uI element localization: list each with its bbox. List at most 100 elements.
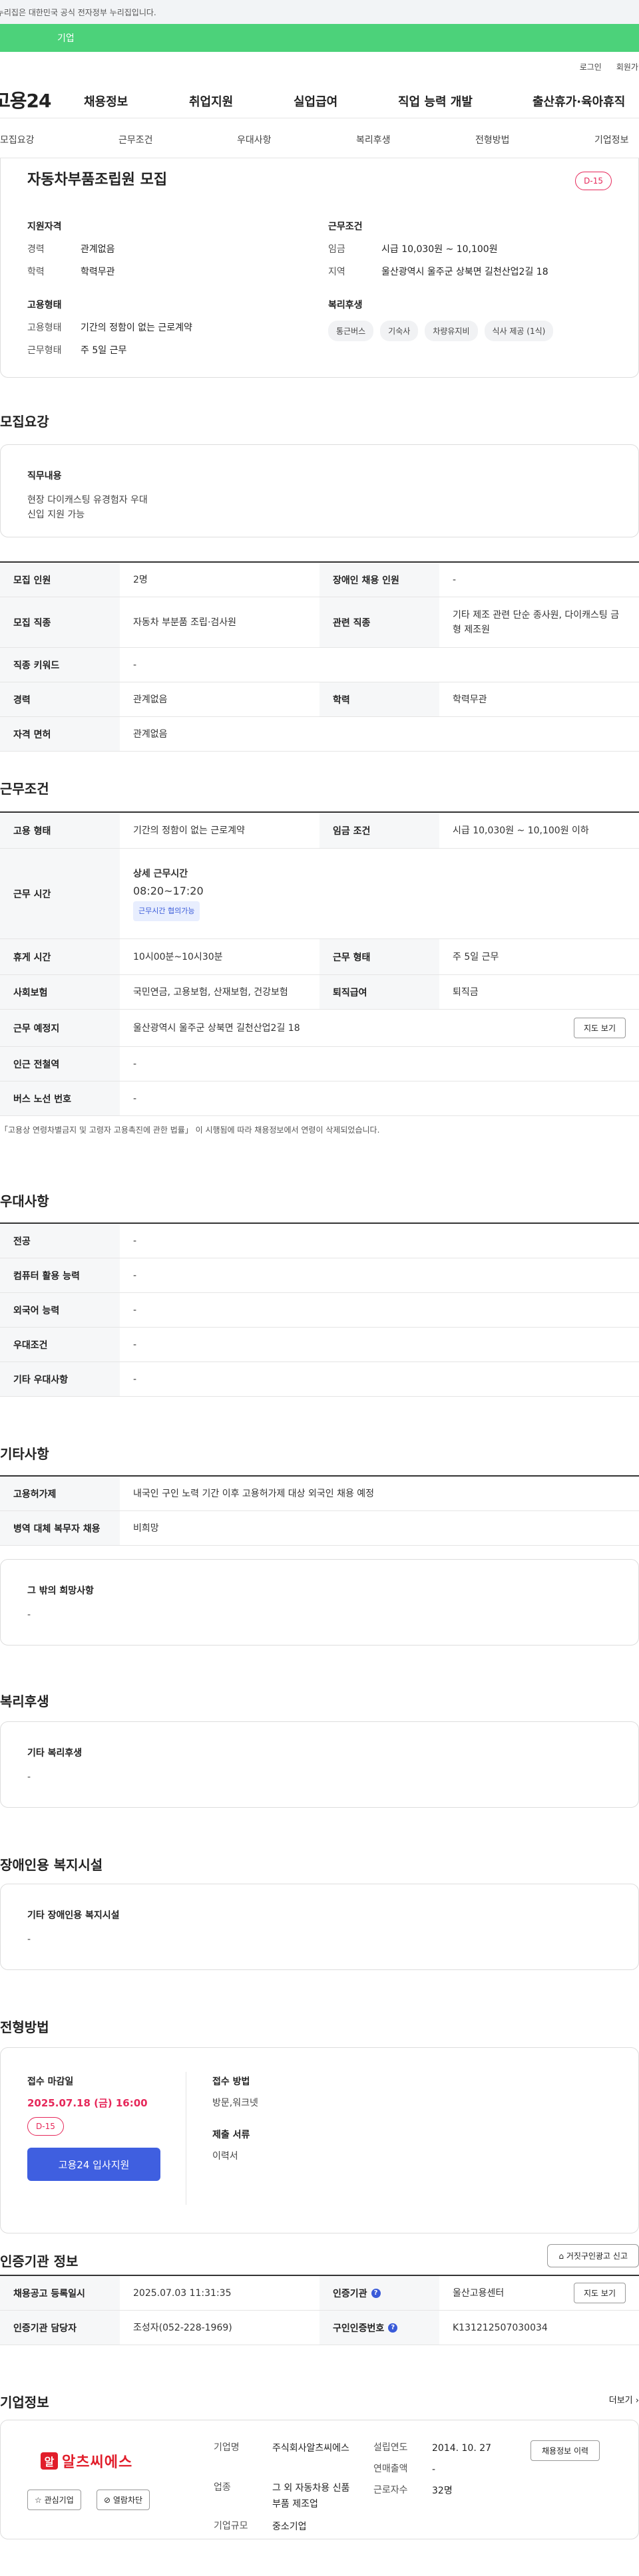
section-anchor-nav: 모집요강 근무조건 우대사항 복리후생 전형방법 기업정보	[0, 118, 639, 158]
hours-head: 상세 근무시간	[133, 868, 188, 879]
wish-head: 그 밖의 희망사항	[27, 1586, 94, 1596]
conditions-group: 근무조건 임금 시급 10,030원 ~ 10,100원 지역 울산광역시 울주군 …	[328, 219, 548, 287]
fav-label: 관심기업	[44, 2496, 74, 2505]
help-icon[interactable]: ?	[371, 2288, 381, 2298]
welfare-head: 기타 복리후생	[27, 1748, 83, 1759]
row-value: -	[133, 1270, 137, 1281]
wage-label: 임금	[328, 244, 345, 255]
section-title-recruit: 모집요강	[0, 414, 49, 430]
wage-value: 시급 10,030원 ~ 10,100원	[381, 244, 498, 255]
co-value: 주식회사알츠씨에스	[272, 2443, 349, 2454]
agency-org-label-cell: 인증기관?	[320, 2276, 439, 2310]
job-title: 자동차부품조립원 모집	[27, 172, 168, 188]
row-label: 모집 직종	[0, 597, 120, 647]
co-label: 업종	[214, 2482, 231, 2493]
row-label: 근무 시간	[0, 849, 120, 938]
anchor-company[interactable]: 기업정보	[594, 133, 629, 146]
row-value: -	[453, 574, 457, 585]
region-value: 울산광역시 울주군 상북면 길천산업2길 18	[381, 267, 548, 277]
emp-type-label: 고용형태	[27, 323, 62, 333]
row-label: 구인인증번호	[333, 2323, 385, 2334]
row-value: 10시00분~10시30분	[133, 951, 223, 962]
gnb-item-employment-support[interactable]: 취업지원	[189, 92, 233, 110]
row-label: 인근 전철역	[0, 1047, 120, 1081]
chevron-right-icon: ›	[635, 2396, 639, 2406]
co-label: 연매출액	[373, 2464, 408, 2474]
company-more-link[interactable]: 더보기 ›	[609, 2393, 639, 2406]
section-title-disabled: 장애인용 복지시설	[0, 1857, 103, 1873]
favorite-company-button[interactable]: ☆ 관심기업	[27, 2490, 81, 2510]
row-value: 시급 10,030원 ~ 10,100원 이하	[453, 825, 589, 836]
co-value: 중소기업	[272, 2521, 307, 2532]
co-value: 2014. 10. 27	[432, 2443, 492, 2454]
docs-value: 이력서	[212, 2151, 238, 2162]
employment-head: 고용형태	[27, 300, 62, 311]
row-value: -	[133, 1093, 137, 1104]
duty-head: 직무내용	[27, 471, 62, 482]
welfare-summary-head: 복리후생	[328, 300, 363, 311]
other-wish-card: 그 밖의 희망사항 -	[0, 1559, 639, 1646]
gnb-item-parental-leave[interactable]: 출산휴가·육아휴직	[532, 92, 625, 110]
selection-dday-badge: D-15	[27, 2117, 64, 2136]
welfare-summary-group: 복리후생 통근버스 기숙사 차량유지비 식사 제공 (1식)	[328, 298, 554, 341]
map-view-button[interactable]: 지도 보기	[574, 1018, 626, 1038]
anchor-selection[interactable]: 전형방법	[475, 133, 510, 146]
disabled-card: 기타 장애인용 복지시설 -	[0, 1884, 639, 1970]
welfare-card: 기타 복리후생 -	[0, 1721, 639, 1808]
row-value: 관계없음	[133, 694, 168, 705]
row-label: 고용 형태	[0, 813, 120, 848]
deadline-head: 접수 마감일	[27, 2076, 74, 2087]
user-type-tabs: 개인 기업	[0, 24, 639, 52]
row-label: 인증기관	[333, 2288, 367, 2299]
company-logo: 알 알츠씨에스	[41, 2448, 147, 2474]
hours-cell: 상세 근무시간 08:20~17:20 근무시간 협의가능	[120, 867, 639, 921]
gnb-item-skills[interactable]: 직업 능력 개발	[398, 92, 473, 110]
recruit-table: 모집 인원 2명 장애인 채용 인원 - 모집 직종 자동차 부분품 조립·검사…	[0, 561, 639, 752]
gnb-item-unemployment-benefit[interactable]: 실업급여	[294, 92, 337, 110]
welfare-tag: 차량유지비	[425, 321, 478, 341]
row-label: 기타 우대사항	[0, 1362, 120, 1396]
row-label: 경력	[0, 682, 120, 716]
help-icon[interactable]: ?	[388, 2323, 398, 2333]
welfare-tag: 통근버스	[328, 321, 374, 341]
utility-links: 로그인 회원가입	[0, 52, 639, 81]
anchor-recruit[interactable]: 모집요강	[0, 133, 35, 146]
gnb-item-jobs[interactable]: 채용정보	[84, 92, 128, 110]
star-icon: ☆	[35, 2496, 45, 2505]
false-ad-report-button[interactable]: ⌂ 거짓구인광고 신고	[547, 2244, 639, 2267]
duty-line: 신입 지원 가능	[27, 509, 85, 520]
apply-button[interactable]: 고용24 입사지원	[27, 2148, 160, 2181]
employment-group: 고용형태 고용형태 기간의 정함이 없는 근로계약 근무형태 주 5일 근무	[27, 298, 192, 366]
edu-label: 학력	[27, 267, 45, 277]
career-value: 관계없음	[81, 244, 115, 255]
anchor-pref[interactable]: 우대사항	[237, 133, 272, 146]
global-nav: 고용24 채용정보 취업지원 실업급여 직업 능력 개발 출산휴가·육아휴직	[0, 81, 639, 118]
block-icon: ⊘	[104, 2496, 113, 2505]
welfare-value: -	[27, 1772, 31, 1783]
row-label: 고용허가제	[0, 1477, 120, 1510]
row-value: 비희망	[133, 1522, 159, 1534]
gov-banner: 이 누리집은 대한민국 공식 전자정부 누리집입니다.	[0, 0, 639, 24]
row-value: K131212507030034	[453, 2322, 548, 2333]
wish-value: -	[27, 1610, 31, 1620]
login-link[interactable]: 로그인	[580, 61, 602, 72]
row-label: 자격 면허	[0, 717, 120, 751]
section-title-company: 기업정보	[0, 2394, 49, 2410]
row-value: 조성자(052-228-1969)	[133, 2322, 232, 2333]
job-history-button[interactable]: 채용정보 이력	[531, 2440, 600, 2461]
tab-company[interactable]: 기업	[0, 24, 574, 52]
row-value: 퇴직금	[453, 986, 479, 998]
block-view-button[interactable]: ⊘ 열람차단	[97, 2490, 150, 2510]
row-value: 국민연금, 고용보험, 산재보험, 건강보험	[133, 986, 288, 998]
section-title-pref: 우대사항	[0, 1193, 49, 1209]
section-title-welfare: 복리후생	[0, 1693, 49, 1709]
age-law-note: 「고용상 연령차별금지 및 고령자 고용촉진에 관한 법률」 이 시행됨에 따라…	[0, 1125, 380, 1135]
row-value: -	[133, 1235, 137, 1246]
agency-map-button[interactable]: 지도 보기	[574, 2283, 626, 2303]
anchor-welfare[interactable]: 복리후생	[356, 133, 391, 146]
site-logo[interactable]: 고용24	[0, 86, 77, 113]
join-link[interactable]: 회원가입	[616, 61, 639, 72]
work-table: 고용 형태 기간의 정함이 없는 근로계약 임금 조건 시급 10,030원 ~…	[0, 811, 639, 1116]
row-label: 컴퓨터 활용 능력	[0, 1258, 120, 1292]
anchor-work[interactable]: 근무조건	[118, 133, 153, 146]
